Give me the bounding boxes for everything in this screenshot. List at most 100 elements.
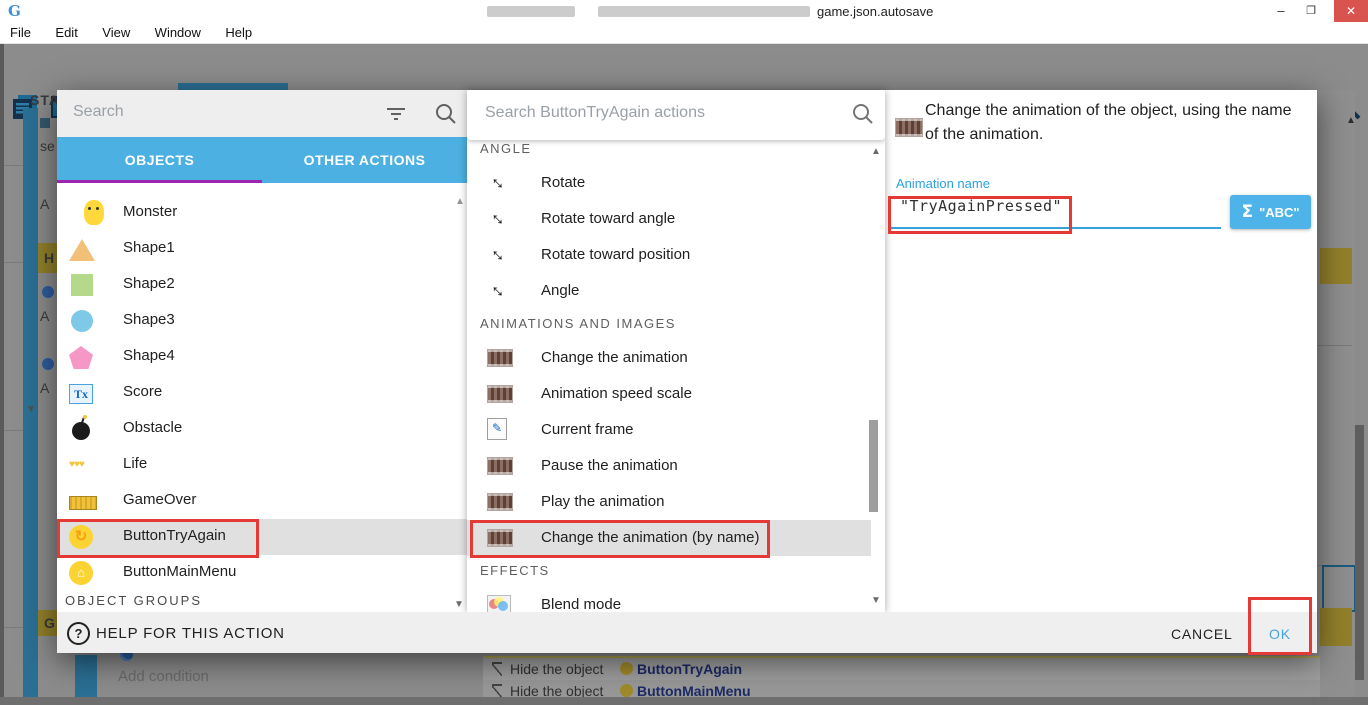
menu-bar: File Edit View Window Help	[0, 22, 1368, 44]
action-row-rotate[interactable]: ↔ Rotate	[467, 165, 871, 201]
film-strip-icon	[487, 490, 511, 512]
animation-name-label: Animation name	[896, 176, 990, 191]
rotate-arrow-icon: ↔	[487, 243, 511, 265]
object-row-shape4[interactable]: Shape4	[57, 339, 467, 375]
help-link[interactable]: HELP FOR THIS ACTION	[96, 625, 285, 642]
object-row-shape3[interactable]: Shape3	[57, 303, 467, 339]
event-connector	[4, 165, 23, 166]
action-row-play-animation[interactable]: Play the animation	[467, 484, 871, 520]
text-fragment: A	[40, 380, 49, 396]
menu-edit[interactable]: Edit	[45, 22, 87, 40]
event-connector	[4, 262, 23, 263]
square-icon	[69, 272, 95, 298]
action-row-change-animation[interactable]: Change the animation	[467, 340, 871, 376]
blend-mode-icon	[487, 593, 511, 612]
event-connector	[4, 627, 23, 628]
section-header-angle: ANGLE	[480, 141, 532, 156]
close-button[interactable]: ✕	[1334, 0, 1368, 22]
tab-other-actions[interactable]: OTHER ACTIONS	[262, 137, 467, 183]
menu-file[interactable]: File	[0, 22, 41, 40]
object-search-input[interactable]	[71, 102, 365, 122]
hide-action-icon	[492, 684, 502, 698]
object-row-gameover[interactable]: GameOver	[57, 483, 467, 519]
object-row-buttontryagain[interactable]: ↻ ButtonTryAgain	[57, 519, 467, 555]
action-row-change-animation-by-name[interactable]: Change the animation (by name)	[467, 520, 871, 556]
input-underline	[888, 227, 1221, 229]
scroll-up-icon[interactable]: ▲	[871, 146, 881, 157]
object-row-shape2[interactable]: Shape2	[57, 267, 467, 303]
action-row-blend-mode[interactable]: Blend mode	[467, 587, 871, 612]
monster-icon	[69, 200, 95, 226]
film-strip-icon	[487, 382, 511, 404]
section-header-effects: EFFECTS	[480, 563, 550, 578]
scrollbar-thumb[interactable]	[869, 420, 878, 512]
object-row-score[interactable]: Tx Score	[57, 375, 467, 411]
action-row-rotate-toward-angle[interactable]: ↔ Rotate toward angle	[467, 201, 871, 237]
film-strip-icon	[487, 346, 511, 368]
text-fragment: se	[40, 138, 55, 154]
window-edge	[0, 43, 4, 705]
hide-action-icon	[492, 662, 502, 676]
search-icon[interactable]	[435, 103, 457, 130]
try-again-icon	[620, 662, 633, 675]
triangle-icon	[69, 236, 95, 262]
scroll-down-icon: ▼	[26, 405, 36, 415]
menu-window[interactable]: Window	[145, 22, 211, 40]
action-description: Change the animation of the object, usin…	[925, 99, 1297, 147]
scene-tab-indicator	[178, 83, 288, 90]
bomb-icon	[69, 416, 95, 442]
object-row-monster[interactable]: Monster	[57, 195, 467, 231]
tab-objects[interactable]: OBJECTS	[57, 137, 262, 183]
title-redacted-block	[598, 6, 810, 17]
window-bottom-edge	[0, 697, 1368, 705]
cancel-button[interactable]: CANCEL	[1157, 620, 1247, 648]
object-row-buttonmainmenu[interactable]: ⌂ ButtonMainMenu	[57, 555, 467, 591]
text-object-icon: Tx	[69, 380, 95, 406]
toolbar	[0, 43, 1368, 88]
search-icon[interactable]	[852, 103, 874, 130]
title-bar: G game.json.autosave – ❐ ✕	[0, 0, 1368, 23]
frame-document-icon: ✎	[487, 418, 511, 440]
help-icon[interactable]: ?	[67, 622, 90, 645]
minimize-button[interactable]: –	[1266, 0, 1296, 22]
circle-icon	[69, 308, 95, 334]
film-strip-icon	[487, 454, 511, 476]
pentagon-icon	[69, 344, 95, 370]
expression-editor-button[interactable]: Σ"ABC"	[1230, 195, 1311, 229]
hearts-icon: ♥♥♥	[69, 452, 95, 478]
action-row-angle[interactable]: ↔ Angle	[467, 273, 871, 309]
window-title: game.json.autosave	[817, 4, 933, 19]
object-row-shape1[interactable]: Shape1	[57, 231, 467, 267]
restore-button[interactable]: ❐	[1296, 0, 1326, 22]
object-row-obstacle[interactable]: Obstacle	[57, 411, 467, 447]
action-search-input[interactable]	[483, 103, 827, 123]
highlighted-event-fragment	[1320, 608, 1352, 646]
menu-view[interactable]: View	[92, 22, 140, 40]
object-row-life[interactable]: ♥♥♥ Life	[57, 447, 467, 483]
event-connector	[4, 430, 23, 431]
main-menu-icon	[620, 684, 633, 697]
gdevelop-logo-icon: G	[8, 2, 21, 20]
menu-help[interactable]: Help	[215, 22, 262, 40]
event-action-text: Hide the object	[510, 661, 603, 677]
action-row-rotate-toward-position[interactable]: ↔ Rotate toward position	[467, 237, 871, 273]
action-search-bar	[467, 90, 885, 140]
scroll-down-icon[interactable]: ▼	[454, 600, 464, 610]
text-fragment: A	[40, 308, 49, 324]
scrollbar-thumb[interactable]	[1355, 425, 1364, 680]
try-again-icon: ↻	[69, 524, 95, 550]
scroll-up-icon: ▲	[1346, 116, 1356, 126]
action-list-panel: ANGLE ↔ Rotate ↔ Rotate toward angle ↔ R…	[467, 90, 885, 612]
action-row-current-frame[interactable]: ✎ Current frame	[467, 412, 871, 448]
animation-name-input[interactable]: "TryAgainPressed"	[900, 197, 1062, 215]
event-divider	[1318, 345, 1352, 346]
object-tabs: OBJECTS OTHER ACTIONS	[57, 137, 467, 183]
ok-button[interactable]: OK	[1253, 620, 1307, 648]
highlighted-event-fragment	[1320, 248, 1352, 284]
action-row-pause-animation[interactable]: Pause the animation	[467, 448, 871, 484]
action-row-animation-speed-scale[interactable]: Animation speed scale	[467, 376, 871, 412]
banner-icon	[69, 488, 95, 514]
filter-icon[interactable]	[387, 106, 407, 120]
scroll-down-icon[interactable]: ▼	[871, 595, 881, 606]
scroll-up-icon[interactable]: ▲	[455, 197, 465, 207]
